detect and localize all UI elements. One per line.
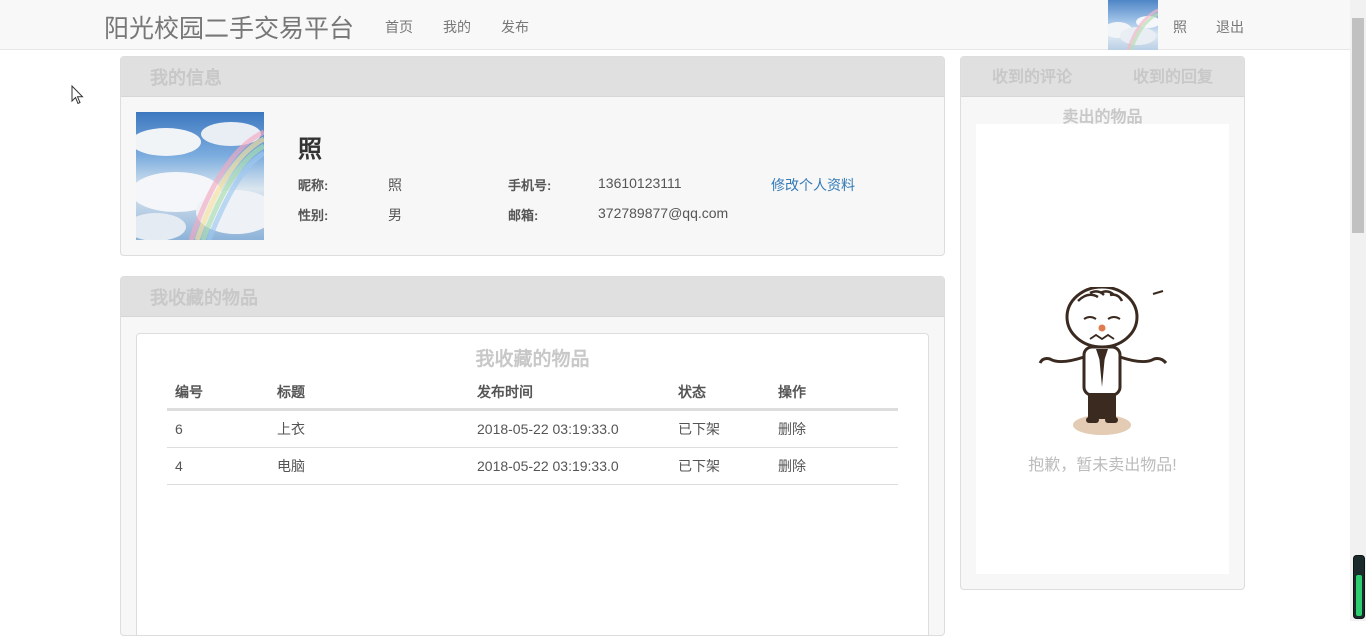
table-row: 6 上衣 2018-05-22 03:19:33.0 已下架 删除 [167, 409, 898, 448]
sold-items-box: 抱歉，暂未卖出物品! [976, 124, 1229, 574]
scrollbar-thumb[interactable] [1352, 18, 1364, 233]
nav-logout-link[interactable]: 退出 [1216, 17, 1244, 37]
edit-profile-link[interactable]: 修改个人资料 [771, 175, 855, 195]
side-panel: 收到的评论 收到的回复 卖出的物品 抱歉，暂未卖出物品! [960, 56, 1245, 590]
shrugging-man-icon [1038, 287, 1168, 435]
my-info-heading: 我的信息 [121, 57, 944, 97]
side-tabs-bar: 收到的评论 收到的回复 [961, 57, 1244, 97]
item-id-link[interactable]: 6 [167, 409, 269, 448]
column-header-title: 标题 [269, 376, 469, 411]
favorites-table-box: 我收藏的物品 编号 标题 发布时间 状态 操作 6 上衣 2018-05-22 … [136, 333, 929, 635]
tab-received-replies[interactable]: 收到的回复 [1133, 63, 1213, 87]
empty-sold-message: 抱歉，暂未卖出物品! [1028, 457, 1177, 474]
table-row: 4 电脑 2018-05-22 03:19:33.0 已下架 删除 [167, 447, 898, 485]
column-header-status: 状态 [670, 376, 770, 411]
item-title: 电脑 [269, 447, 469, 485]
table-header-row: 编号 标题 发布时间 状态 操作 [167, 376, 898, 411]
nickname-label: 昵称: [298, 178, 329, 193]
favorites-table-title: 我收藏的物品 [475, 349, 590, 370]
phone-value: 13610123111 [598, 175, 682, 191]
nickname-value: 照 [388, 177, 402, 193]
item-time: 2018-05-22 03:19:33.0 [469, 409, 670, 448]
sky-image-icon [1108, 8, 1158, 50]
phone-label: 手机号: [508, 178, 552, 193]
email-value: 372789877@qq.com [598, 205, 729, 221]
item-id-link[interactable]: 4 [167, 447, 269, 485]
nav-mine-link[interactable]: 我的 [443, 17, 471, 37]
my-info-panel: 我的信息 照 昵称: 照 手机号: 13610123111 修改个人资料 性别:… [120, 56, 945, 256]
profile-name: 照 [298, 136, 322, 163]
item-time: 2018-05-22 03:19:33.0 [469, 447, 670, 485]
page-scrollbar[interactable] [1350, 0, 1366, 621]
nav-home-link[interactable]: 首页 [385, 17, 413, 37]
nav-avatar[interactable] [1108, 0, 1158, 50]
column-header-action: 操作 [770, 376, 898, 411]
item-status: 已下架 [670, 409, 770, 448]
item-status: 已下架 [670, 447, 770, 485]
profile-avatar [136, 112, 264, 240]
favorites-table: 编号 标题 发布时间 状态 操作 6 上衣 2018-05-22 03:19:3… [167, 376, 898, 485]
gender-label: 性别: [298, 208, 329, 223]
brand-title[interactable]: 阳光校园二手交易平台 [104, 9, 354, 45]
column-header-id: 编号 [167, 376, 269, 411]
nav-publish-link[interactable]: 发布 [501, 17, 529, 37]
favorites-heading: 我收藏的物品 [121, 277, 944, 317]
nav-username[interactable]: 照 [1173, 17, 1187, 37]
battery-widget-icon [1353, 555, 1365, 619]
delete-link[interactable]: 删除 [770, 409, 898, 448]
email-label: 邮箱: [508, 208, 539, 223]
favorites-panel: 我收藏的物品 我收藏的物品 编号 标题 发布时间 状态 操作 6 上衣 2018… [120, 276, 945, 636]
delete-link[interactable]: 删除 [770, 447, 898, 485]
tab-received-comments[interactable]: 收到的评论 [992, 63, 1072, 87]
item-title: 上衣 [269, 409, 469, 448]
column-header-time: 发布时间 [469, 376, 670, 411]
top-navbar: 阳光校园二手交易平台 首页 我的 发布 照 退出 [0, 0, 1350, 50]
gender-value: 男 [388, 207, 402, 223]
mouse-pointer-icon [71, 85, 84, 105]
sky-rainbow-image-icon [136, 122, 264, 240]
